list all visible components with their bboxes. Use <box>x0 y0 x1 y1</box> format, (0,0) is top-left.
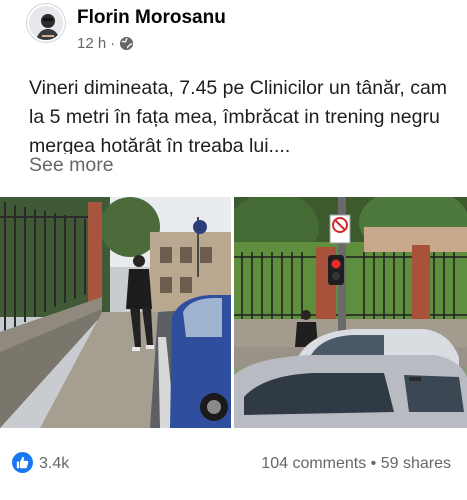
photo-grid <box>0 197 467 428</box>
see-more-link[interactable]: See more <box>29 154 120 177</box>
like-icon[interactable] <box>12 452 33 473</box>
meta-separator: · <box>110 35 116 52</box>
post-card: Florin Morosanu 12 h · Vineri dimineata,… <box>0 0 467 500</box>
post-text: Vineri dimineata, 7.45 pe Clinicilor un … <box>29 77 448 157</box>
author-name[interactable]: Florin Morosanu <box>77 7 226 29</box>
photo-traffic[interactable] <box>234 197 467 428</box>
post-header: Florin Morosanu 12 h · <box>0 0 467 62</box>
globe-icon <box>119 36 134 51</box>
photo-sidewalk[interactable] <box>0 197 231 428</box>
post-time[interactable]: 12 h <box>77 35 106 52</box>
avatar[interactable] <box>27 4 65 42</box>
reaction-count[interactable]: 3.4k <box>39 455 69 473</box>
post-meta: 12 h · <box>77 35 134 52</box>
comments-shares-count[interactable]: 104 comments • 59 shares <box>261 455 451 473</box>
